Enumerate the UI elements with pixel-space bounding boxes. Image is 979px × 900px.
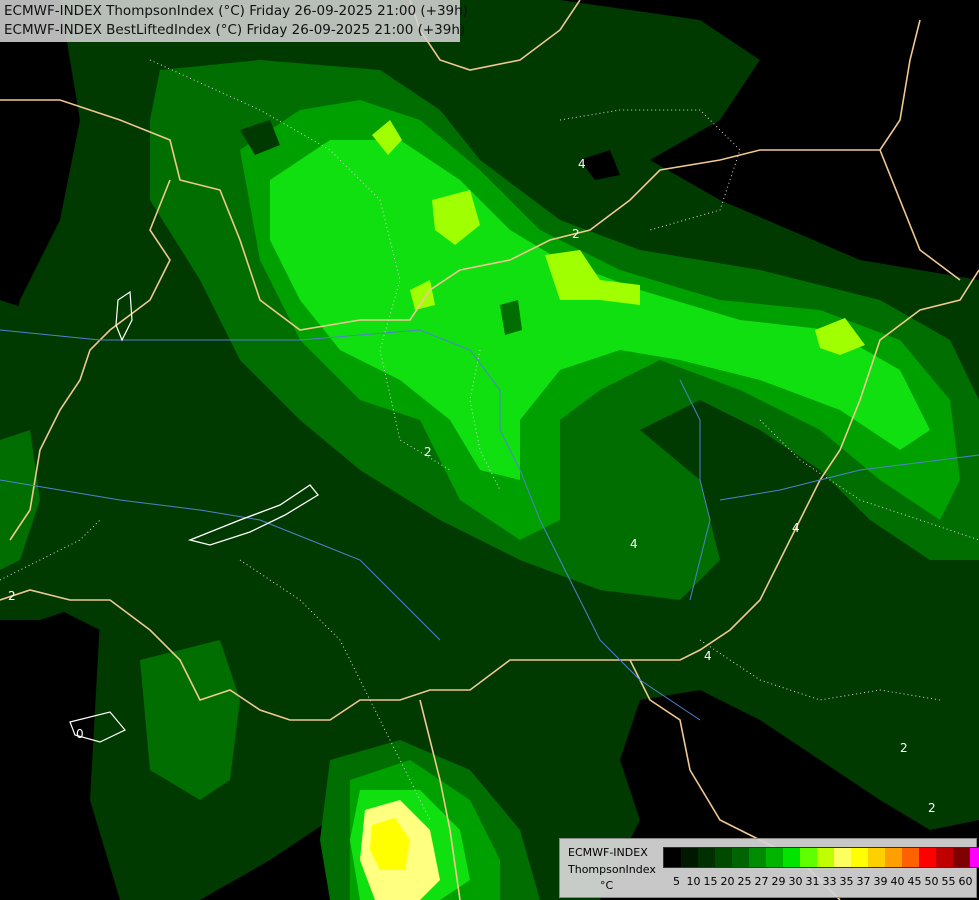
legend-swatch [817, 848, 834, 867]
legend-tick: 37 [856, 875, 871, 888]
legend-tick: 30 [788, 875, 803, 888]
legend-swatch [664, 848, 681, 867]
legend-swatch [749, 848, 766, 867]
legend-swatch [902, 848, 919, 867]
legend-swatch [681, 848, 698, 867]
map-canvas: 2 2 4 4 4 4 2 2 0 2 [0, 0, 979, 900]
legend-swatches [663, 847, 979, 868]
legend-parameter: ThompsonIndex [568, 863, 656, 876]
title-line-thompson: ECMWF-INDEX ThompsonIndex (°C) Friday 26… [4, 3, 468, 19]
legend-swatch [868, 848, 885, 867]
contour-label: 4 [792, 521, 800, 535]
legend-swatch [953, 848, 970, 867]
weather-map: 2 2 4 4 4 4 2 2 0 2 ECMWF-INDEX Thompson… [0, 0, 979, 900]
title-line-bestlifted: ECMWF-INDEX BestLiftedIndex (°C) Friday … [4, 22, 466, 38]
legend-tick: 33 [822, 875, 837, 888]
legend-swatch [834, 848, 851, 867]
legend-swatch [715, 848, 732, 867]
legend-tick: 29 [771, 875, 786, 888]
legend-tick: 10 [686, 875, 701, 888]
legend-tick: 25 [737, 875, 752, 888]
legend-unit: °C [600, 879, 614, 892]
legend-swatch [800, 848, 817, 867]
legend-tick: 35 [839, 875, 854, 888]
contour-label: 2 [572, 227, 580, 241]
legend-tick: 27 [754, 875, 769, 888]
legend-tick: 31 [805, 875, 820, 888]
contour-label: 4 [630, 537, 638, 551]
legend-tick: 40 [890, 875, 905, 888]
legend-swatch [732, 848, 749, 867]
legend-swatch [851, 848, 868, 867]
legend-swatch [919, 848, 936, 867]
legend-source: ECMWF-INDEX [568, 846, 648, 859]
contour-label: 2 [900, 741, 908, 755]
contour-label: 2 [424, 445, 432, 459]
contour-label: 4 [578, 157, 586, 171]
contour-label: 0 [76, 727, 84, 741]
legend-swatch [698, 848, 715, 867]
color-legend: ECMWF-INDEX ThompsonIndex °C 5 10 15 20 25 27… [559, 838, 979, 898]
legend-swatch [766, 848, 783, 867]
legend-swatch [970, 848, 979, 867]
legend-ticks: 5 10 15 20 25 27 29 30 31 33 35 37 39 40 45 50 55 60 [668, 875, 974, 888]
legend-swatch [783, 848, 800, 867]
contour-label: 4 [704, 649, 712, 663]
legend-tick: 60 [958, 875, 973, 888]
legend-tick: 50 [924, 875, 939, 888]
legend-tick: 45 [907, 875, 922, 888]
legend-tick: 20 [720, 875, 735, 888]
legend-tick: 55 [941, 875, 956, 888]
map-title-box: ECMWF-INDEX ThompsonIndex (°C) Friday 26… [0, 0, 468, 42]
legend-tick: 39 [873, 875, 888, 888]
legend-swatch [936, 848, 953, 867]
contour-label: 2 [8, 589, 16, 603]
legend-tick: 5 [673, 875, 680, 888]
contour-label: 2 [928, 801, 936, 815]
legend-tick: 15 [703, 875, 718, 888]
legend-swatch [885, 848, 902, 867]
